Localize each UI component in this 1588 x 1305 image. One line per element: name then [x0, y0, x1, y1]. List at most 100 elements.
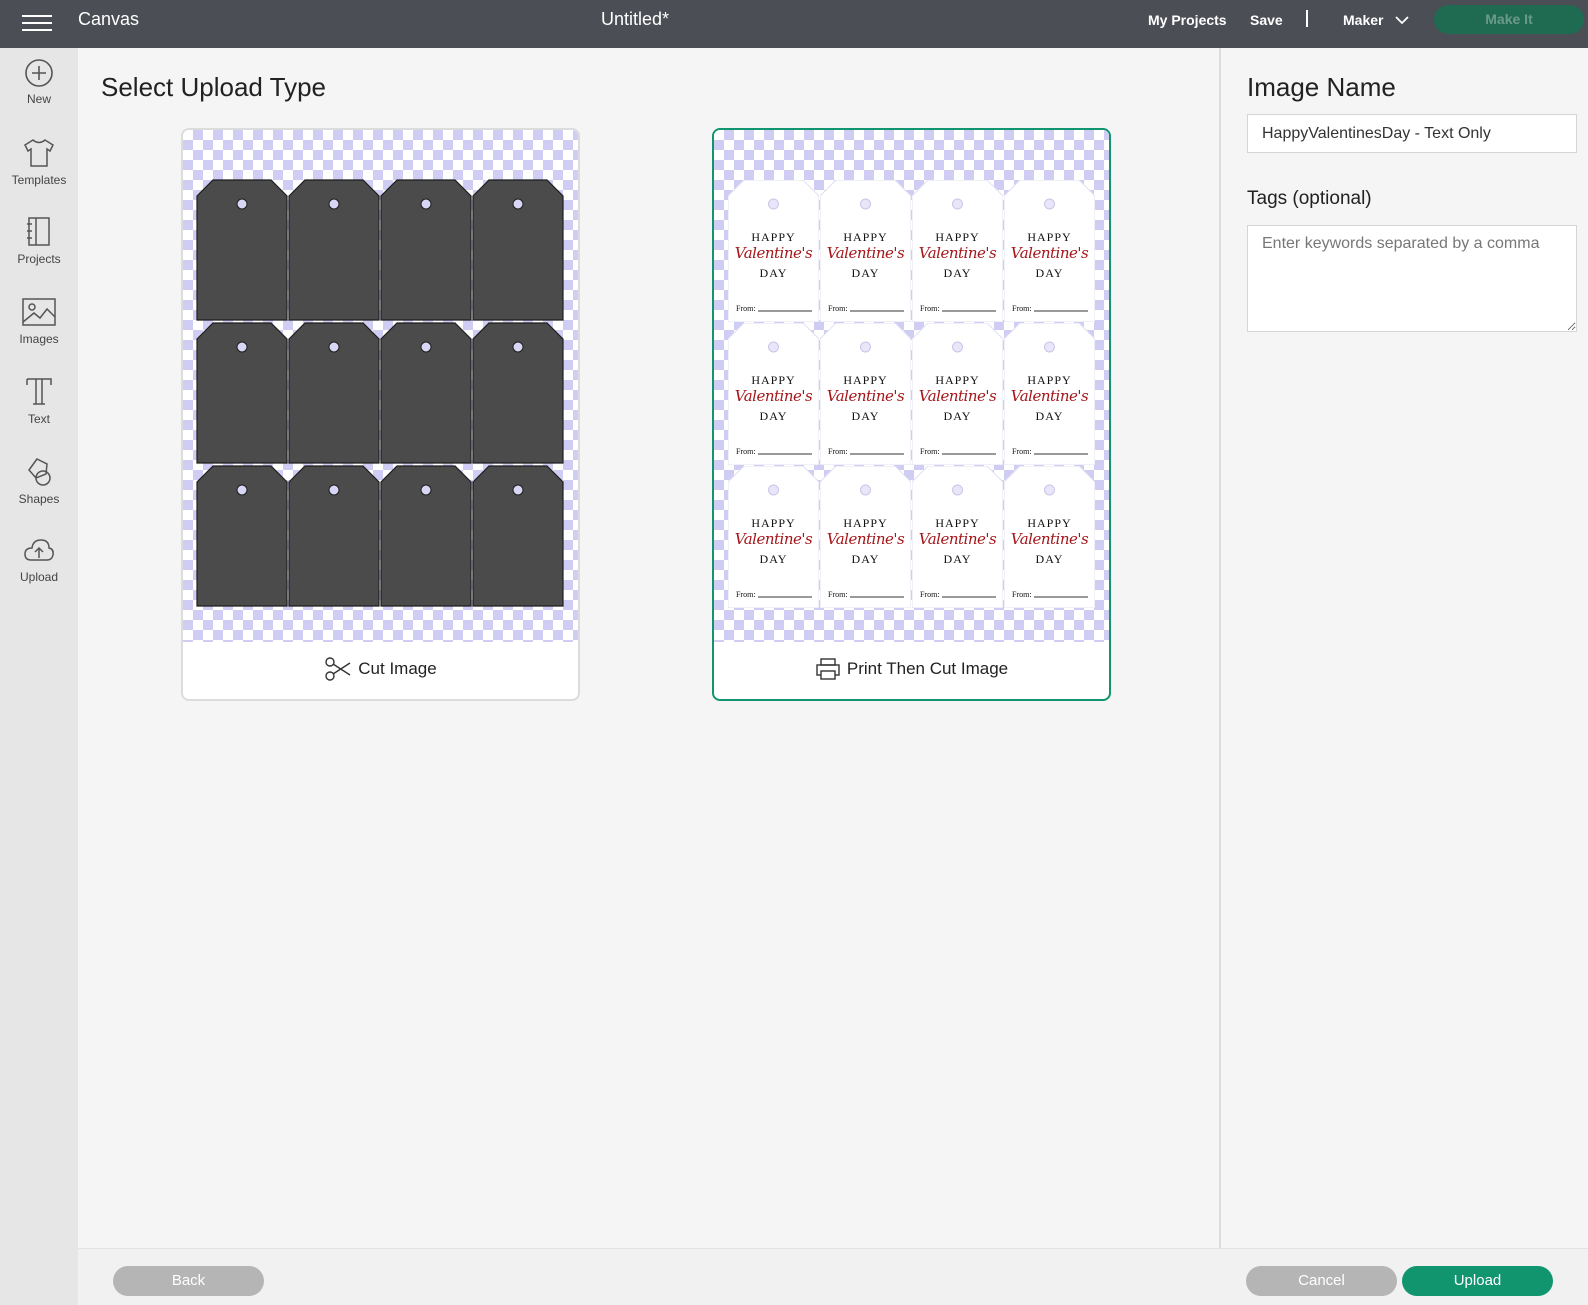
print-tag: HAPPY Valentine's DAY From:: [912, 180, 1003, 322]
tag-text-day: DAY: [759, 266, 788, 280]
make-it-button[interactable]: Make It: [1434, 5, 1584, 34]
chevron-down-icon: [1395, 16, 1409, 25]
cut-image-card[interactable]: Cut Image: [181, 128, 580, 701]
tag-text-valentines: Valentine's: [826, 244, 905, 262]
cut-tag-hole: [512, 341, 524, 353]
sidebar-item-projects[interactable]: Projects: [0, 216, 78, 290]
cut-tag-hole: [420, 341, 432, 353]
tag-text-valentines: Valentine's: [734, 387, 813, 405]
print-tag: HAPPY Valentine's DAY From:: [912, 466, 1003, 608]
document-title[interactable]: Untitled*: [0, 9, 1270, 30]
sidebar-item-upload[interactable]: Upload: [0, 536, 78, 610]
tag-text-happy: HAPPY: [1027, 516, 1072, 530]
tag-text-valentines: Valentine's: [826, 530, 905, 548]
bottom-bar: Back Cancel Upload: [78, 1248, 1588, 1305]
back-button[interactable]: Back: [113, 1266, 264, 1296]
print-tag: HAPPY Valentine's DAY From:: [820, 180, 911, 322]
sidebar-item-label: New: [26, 92, 51, 106]
print-then-cut-label-row: Print Then Cut Image: [714, 639, 1109, 699]
tag-text-valentines: Valentine's: [1010, 387, 1089, 405]
print-tag: HAPPY Valentine's DAY From:: [728, 466, 819, 608]
cut-tag-hole: [236, 198, 248, 210]
top-bar: Canvas Untitled* My Projects Save Maker …: [0, 0, 1588, 48]
tag-text-from: From:: [828, 304, 848, 313]
topbar-divider: [1306, 10, 1308, 27]
tag-text-from: From:: [1012, 304, 1032, 313]
cancel-button[interactable]: Cancel: [1246, 1266, 1397, 1296]
tag-text-happy: HAPPY: [935, 230, 980, 244]
print-then-cut-preview: HAPPY Valentine's DAY From: HAPPY Valentine'…: [714, 130, 1109, 642]
tag-text-from: From:: [828, 590, 848, 599]
tag-text-happy: HAPPY: [935, 516, 980, 530]
sidebar-item-label: Projects: [17, 252, 61, 266]
print-tag: HAPPY Valentine's DAY From:: [728, 323, 819, 465]
tag-text-day: DAY: [759, 409, 788, 423]
tag-text-day: DAY: [1035, 409, 1064, 423]
cut-tag-hole: [328, 484, 340, 496]
notebook-icon: [27, 217, 50, 246]
print-then-cut-card[interactable]: HAPPY Valentine's DAY From: HAPPY Valentine'…: [712, 128, 1111, 701]
upload-button[interactable]: Upload: [1402, 1266, 1553, 1296]
print-tag: HAPPY Valentine's DAY From:: [912, 323, 1003, 465]
tag-text-valentines: Valentine's: [734, 244, 813, 262]
right-panel: Image Name Tags (optional): [1219, 48, 1588, 1248]
cut-tag-hole: [420, 198, 432, 210]
sidebar-item-images[interactable]: Images: [0, 296, 78, 370]
tag-text-day: DAY: [851, 552, 880, 566]
my-projects-link[interactable]: My Projects: [1148, 12, 1227, 28]
image-name-input[interactable]: [1247, 114, 1577, 153]
cut-tag-hole: [512, 484, 524, 496]
sidebar-item-label: Images: [19, 332, 59, 346]
tag-text-day: DAY: [851, 409, 880, 423]
tag-text-from: From:: [1012, 590, 1032, 599]
tag-text-happy: HAPPY: [843, 516, 888, 530]
tag-text-happy: HAPPY: [751, 373, 796, 387]
cloud-upload-icon: [24, 539, 54, 561]
save-link[interactable]: Save: [1250, 12, 1283, 28]
scissors-icon: [325, 657, 351, 681]
cut-tags-preview: [196, 179, 564, 607]
cut-tag-hole: [420, 484, 432, 496]
tag-text-day: DAY: [943, 409, 972, 423]
printer-icon: [816, 658, 840, 680]
tag-text-from: From:: [736, 304, 756, 313]
sidebar-item-text[interactable]: Text: [0, 376, 78, 450]
sidebar-item-label: Shapes: [18, 492, 60, 506]
tag-text-day: DAY: [943, 552, 972, 566]
print-tag: HAPPY Valentine's DAY From:: [728, 180, 819, 322]
tag-text-from: From:: [1012, 447, 1032, 456]
cut-tag-hole: [236, 484, 248, 496]
tag-text-valentines: Valentine's: [918, 244, 997, 262]
sidebar-item-new[interactable]: New: [0, 58, 78, 132]
tag-text-from: From:: [920, 590, 940, 599]
tshirt-icon: [24, 139, 54, 167]
sidebar-item-shapes[interactable]: Shapes: [0, 456, 78, 530]
left-sidebar: New Templates Projects Images Text Shape…: [0, 48, 78, 1305]
machine-select[interactable]: Maker: [1343, 12, 1409, 28]
tag-text-day: DAY: [1035, 266, 1064, 280]
tag-text-happy: HAPPY: [1027, 373, 1072, 387]
tag-text-day: DAY: [943, 266, 972, 280]
image-name-heading: Image Name: [1247, 72, 1396, 102]
tag-text-day: DAY: [759, 552, 788, 566]
tag-text-valentines: Valentine's: [918, 530, 997, 548]
print-tag: HAPPY Valentine's DAY From:: [1004, 180, 1095, 322]
tag-text-from: From:: [920, 447, 940, 456]
sidebar-item-label: Upload: [19, 570, 59, 584]
image-icon: [22, 298, 56, 326]
text-t-icon: [26, 378, 52, 405]
print-tag: HAPPY Valentine's DAY From:: [1004, 466, 1095, 608]
tag-text-from: From:: [736, 590, 756, 599]
print-then-cut-label: Print Then Cut Image: [846, 659, 1009, 678]
shapes-icon: [28, 458, 51, 486]
tag-text-happy: HAPPY: [1027, 230, 1072, 244]
sidebar-item-label: Templates: [11, 173, 67, 187]
cut-image-preview: [183, 130, 578, 642]
sidebar-item-templates[interactable]: Templates: [0, 137, 78, 211]
tag-text-valentines: Valentine's: [1010, 530, 1089, 548]
print-tag: HAPPY Valentine's DAY From:: [820, 323, 911, 465]
tags-input[interactable]: [1247, 225, 1577, 332]
print-tag: HAPPY Valentine's DAY From:: [1004, 323, 1095, 465]
tag-text-happy: HAPPY: [843, 373, 888, 387]
plus-circle-icon: [25, 59, 53, 87]
